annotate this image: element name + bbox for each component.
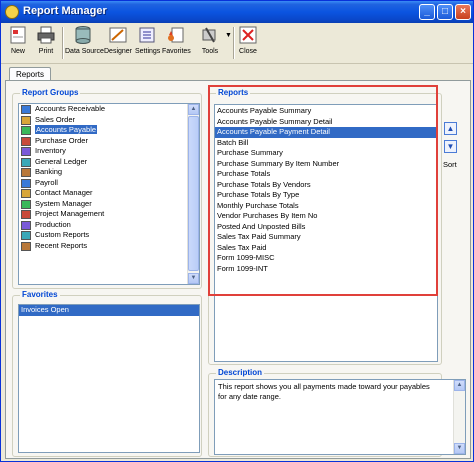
settings-icon [139,27,155,43]
report-group-icon [21,105,31,114]
report-group-icon [21,168,31,177]
report-groups-label: Report Groups [20,88,81,97]
report-group-item[interactable]: Contact Manager [19,188,199,199]
tools-icon [202,27,216,43]
close-window-button[interactable]: × [455,4,471,20]
report-group-icon [21,157,31,167]
favorite-item[interactable]: Invoices Open [19,305,199,316]
scroll-down-icon[interactable]: ▼ [454,443,465,454]
report-group-item[interactable]: Production [19,220,199,231]
favorites-label: Favorites [20,290,60,299]
report-groups-list[interactable]: Accounts Receivable Sales Order Accounts P… [18,103,200,285]
report-group-label: Accounts Receivable [35,104,106,113]
scroll-up-icon[interactable]: ▲ [188,104,199,115]
scroll-up-icon[interactable]: ▲ [454,380,465,391]
scroll-thumb[interactable] [188,116,199,271]
report-group-label: Payroll [35,177,58,187]
reports-highlight-frame [208,85,438,296]
tools-dropdown-arrow-icon[interactable]: ▼ [225,32,232,39]
printer-icon [37,26,55,44]
database-icon [75,26,91,44]
report-manager-window: Report Manager _ □ × New Print Data Sour… [0,0,474,462]
report-group-label: Inventory [35,146,66,155]
report-group-icon [21,241,31,251]
report-group-icon [21,189,31,198]
report-group-label: System Manager [35,198,92,208]
close-button[interactable]: Close [237,25,259,61]
report-group-item[interactable]: Payroll [19,178,199,189]
report-group-label: Purchase Order [35,135,88,145]
print-button[interactable]: Print [35,25,57,61]
report-group-label: Recent Reports [35,240,88,250]
app-icon [5,5,19,19]
report-group-label: Banking [35,167,63,176]
report-group-item[interactable]: System Manager [19,199,199,210]
report-group-icon [21,126,31,135]
toolbar-separator [62,27,64,59]
report-group-icon [21,115,31,125]
favorites-list[interactable]: Invoices Open [18,304,200,453]
settings-button[interactable]: Settings [135,25,160,61]
description-box: This report shows you all payments made … [214,379,466,455]
report-group-label: General Ledger [35,156,88,166]
sort-up-button[interactable]: ▲ [444,122,457,135]
report-group-icon [21,147,31,156]
scroll-down-icon[interactable]: ▼ [188,273,199,284]
report-group-item[interactable]: Purchase Order [19,136,199,147]
toolbar: New Print Data Source Designer Settings … [1,23,473,64]
new-document-icon [10,26,26,44]
sort-label: Sort [443,160,457,169]
tab-reports[interactable]: Reports [9,67,52,81]
title-bar[interactable]: Report Manager _ □ × [1,1,473,23]
favorites-icon [168,27,184,43]
report-group-icon [21,199,31,209]
tools-button[interactable]: Tools [196,25,224,61]
tab-strip: Reports [5,67,469,81]
window-title: Report Manager [23,5,107,17]
report-group-item[interactable]: Recent Reports [19,241,199,252]
report-group-label: Sales Order [35,114,76,124]
report-group-item[interactable]: Accounts Receivable [19,104,199,115]
description-text: This report shows you all payments made … [218,382,430,401]
report-group-icon [21,220,31,230]
report-group-icon [21,231,31,240]
report-group-label: Contact Manager [35,188,93,197]
description-scrollbar[interactable]: ▲ ▼ [453,380,465,454]
report-group-item[interactable]: Accounts Payable [19,125,199,136]
report-group-label: Project Management [35,209,105,218]
report-group-label: Production [35,219,71,229]
new-button[interactable]: New [7,25,29,61]
data-source-button[interactable]: Data Source [65,25,104,61]
close-icon [239,26,257,44]
report-group-icon [21,136,31,146]
favorites-button[interactable]: Favorites [162,25,191,61]
sort-down-button[interactable]: ▼ [444,140,457,153]
designer-button[interactable]: Designer [104,25,132,61]
toolbar-separator [233,27,235,59]
report-group-item[interactable]: Custom Reports [19,230,199,241]
report-groups-scrollbar[interactable]: ▲ ▼ [187,104,199,284]
maximize-button[interactable]: □ [437,4,453,20]
report-group-item[interactable]: Inventory [19,146,199,157]
report-group-icon [21,210,31,219]
report-group-label: Custom Reports [35,230,90,239]
report-group-label: Accounts Payable [35,125,98,134]
report-group-item[interactable]: Sales Order [19,115,199,126]
report-group-item[interactable]: General Ledger [19,157,199,168]
description-label: Description [216,368,265,377]
report-group-icon [21,178,31,188]
report-group-item[interactable]: Banking [19,167,199,178]
report-group-item[interactable]: Project Management [19,209,199,220]
minimize-button[interactable]: _ [419,4,435,20]
designer-icon [109,27,127,43]
